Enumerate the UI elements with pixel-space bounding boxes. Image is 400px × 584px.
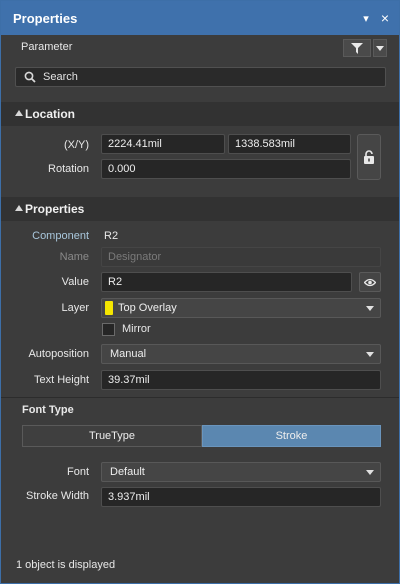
- search-input[interactable]: Search: [15, 67, 386, 87]
- divider: [1, 397, 399, 398]
- autoposition-label: Autoposition: [28, 348, 89, 360]
- collapse-triangle-icon: [15, 110, 23, 116]
- panel-title: Properties: [13, 10, 78, 26]
- xy-label: (X/Y): [63, 139, 89, 151]
- name-field: Designator: [101, 247, 381, 267]
- search-placeholder: Search: [43, 71, 78, 83]
- component-label: Component: [32, 230, 89, 242]
- stroke-width-value: 3.937mil: [108, 491, 150, 503]
- chevron-down-icon: [366, 306, 374, 311]
- pin-dropdown-icon[interactable]: ▾: [363, 12, 369, 25]
- filter-dropdown-button[interactable]: [373, 39, 387, 57]
- location-section-header[interactable]: Location: [1, 102, 399, 126]
- filter-button[interactable]: [343, 39, 371, 57]
- filter-icon: [351, 42, 363, 54]
- text-height-field[interactable]: 39.37mil: [101, 370, 381, 390]
- text-height-value: 39.37mil: [108, 374, 150, 386]
- font-value: Default: [110, 466, 145, 478]
- location-header-label: Location: [25, 107, 75, 121]
- chevron-down-icon: [366, 352, 374, 357]
- eye-icon: [364, 278, 376, 286]
- collapse-triangle-icon: [15, 205, 23, 211]
- font-type-header: Font Type: [22, 404, 74, 416]
- font-type-truetype-option[interactable]: TrueType: [22, 425, 202, 447]
- mirror-label: Mirror: [122, 323, 151, 335]
- properties-header-label: Properties: [25, 202, 85, 216]
- rotation-value: 0.000: [108, 163, 136, 175]
- lock-icon: [364, 150, 374, 164]
- chevron-down-icon: [376, 45, 384, 51]
- properties-section-header[interactable]: Properties: [1, 197, 399, 221]
- value-label: Value: [61, 276, 89, 288]
- x-value: 2224.41mil: [108, 138, 162, 150]
- layer-label: Layer: [61, 302, 89, 314]
- y-field[interactable]: 1338.583mil: [228, 134, 351, 154]
- search-icon: [24, 71, 36, 83]
- close-icon[interactable]: ×: [381, 10, 389, 26]
- name-label: Name: [59, 251, 89, 263]
- font-label: Font: [66, 466, 89, 478]
- truetype-label: TrueType: [88, 430, 136, 442]
- x-field[interactable]: 2224.41mil: [101, 134, 225, 154]
- y-value: 1338.583mil: [235, 138, 295, 150]
- layer-color-swatch: [105, 301, 113, 315]
- value-field[interactable]: R2: [101, 272, 352, 292]
- rotation-field[interactable]: 0.000: [101, 159, 351, 179]
- visibility-toggle-button[interactable]: [359, 272, 381, 292]
- value-value: R2: [108, 276, 123, 288]
- font-dropdown[interactable]: Default: [101, 462, 381, 482]
- filter-row: Parameter: [1, 35, 399, 61]
- layer-dropdown[interactable]: Top Overlay: [101, 298, 381, 318]
- layer-value: Top Overlay: [118, 302, 177, 314]
- status-text: 1 object is displayed: [16, 559, 116, 571]
- rotation-label: Rotation: [48, 163, 89, 175]
- autoposition-dropdown[interactable]: Manual: [101, 344, 381, 364]
- chevron-down-icon: [366, 470, 374, 475]
- lock-button[interactable]: [357, 134, 381, 180]
- name-value: Designator: [108, 251, 162, 263]
- text-height-label: Text Height: [33, 374, 89, 386]
- autoposition-value: Manual: [110, 348, 147, 360]
- stroke-width-label: Stroke Width: [26, 490, 89, 502]
- stroke-label: Stroke: [275, 430, 308, 442]
- status-bar: 1 object is displayed: [1, 553, 399, 583]
- mirror-checkbox[interactable]: [102, 323, 115, 336]
- titlebar-controls: ▾ ×: [363, 1, 389, 35]
- panel-titlebar[interactable]: Properties ▾ ×: [1, 1, 399, 35]
- properties-panel: Properties ▾ × Parameter Search Location: [0, 0, 400, 584]
- component-value: R2: [104, 230, 119, 242]
- filter-label: Parameter: [21, 41, 73, 53]
- font-type-stroke-option[interactable]: Stroke: [202, 425, 381, 447]
- stroke-width-field[interactable]: 3.937mil: [101, 487, 381, 507]
